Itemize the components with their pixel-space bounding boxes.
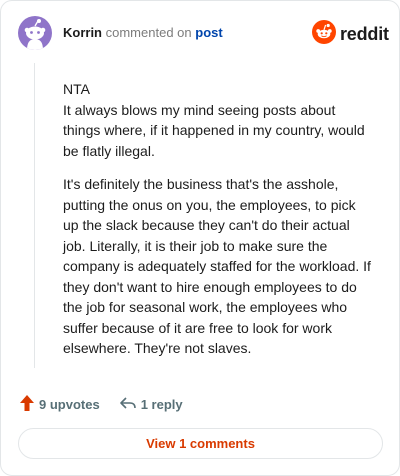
post-link[interactable]: post [195,25,222,40]
brand-name: reddit [340,23,389,44]
upvote-count: 9 upvotes [39,396,100,412]
comment-paragraph: It's definitely the business that's the … [63,176,371,356]
comment-actions: 9 upvotes 1 reply [19,394,183,415]
upvote-arrow-icon[interactable] [19,394,35,415]
reddit-brand[interactable]: reddit [312,19,389,49]
comment-card: Korrin commented on post reddit NTA It a… [0,0,400,476]
reddit-logo-icon [312,19,336,49]
verdict-text: NTA [63,81,90,97]
thread-line[interactable] [34,63,35,368]
view-comments-button[interactable]: View 1 comments [18,428,383,459]
upvote-button[interactable]: 9 upvotes [19,394,100,415]
reply-arrow-icon[interactable] [119,395,137,414]
comment-text: It always blows my mind seeing posts abo… [63,101,365,159]
comment-body: NTA It always blows my mind seeing posts… [63,79,375,372]
reply-count: 1 reply [140,396,183,412]
avatar-icon[interactable] [18,16,52,50]
comment-header: Korrin commented on post [63,25,223,41]
comment-paragraph: NTA It always blows my mind seeing posts… [63,79,375,161]
username-link[interactable]: Korrin [63,25,102,40]
commented-on-text: commented on [105,25,192,40]
reply-button[interactable]: 1 reply [119,395,183,414]
